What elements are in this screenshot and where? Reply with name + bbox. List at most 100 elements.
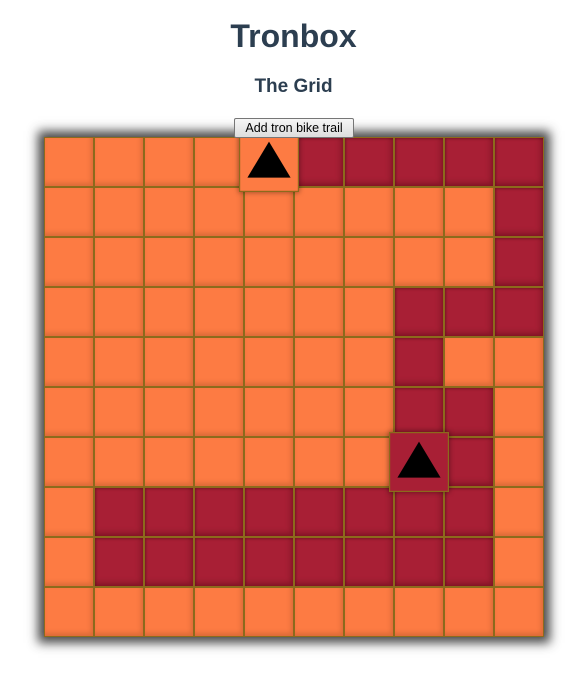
grid-cell-trail[interactable] [244, 487, 294, 537]
grid-cell-empty[interactable] [94, 337, 144, 387]
grid-cell-trail[interactable] [344, 487, 394, 537]
grid-cell-trail[interactable] [394, 137, 444, 187]
grid-cell-trail[interactable] [394, 287, 444, 337]
add-trail-button[interactable]: Add tron bike trail [234, 118, 354, 138]
grid-cell-trail[interactable] [394, 537, 444, 587]
grid-cell-empty[interactable] [244, 387, 294, 437]
grid-cell-empty[interactable] [144, 237, 194, 287]
grid-cell-empty[interactable] [44, 237, 94, 287]
grid-cell-empty[interactable] [94, 287, 144, 337]
grid-cell-empty[interactable] [494, 487, 544, 537]
grid-cell-empty[interactable] [344, 187, 394, 237]
grid-cell-empty[interactable] [94, 187, 144, 237]
grid-cell-trail[interactable] [94, 487, 144, 537]
grid-cell-empty[interactable] [294, 287, 344, 337]
grid-cell-empty[interactable] [44, 487, 94, 537]
grid-cell-bike[interactable] [239, 132, 299, 192]
grid-cell-empty[interactable] [44, 587, 94, 637]
grid-cell-empty[interactable] [344, 387, 394, 437]
grid-cell-trail[interactable] [494, 137, 544, 187]
grid-cell-empty[interactable] [144, 587, 194, 637]
grid-cell-trail[interactable] [444, 287, 494, 337]
grid-cell-trail[interactable] [294, 537, 344, 587]
grid-cell-empty[interactable] [194, 437, 244, 487]
grid-cell-empty[interactable] [144, 287, 194, 337]
grid-cell-empty[interactable] [344, 587, 394, 637]
grid-cell-empty[interactable] [294, 437, 344, 487]
grid-cell-empty[interactable] [244, 287, 294, 337]
grid-cell-trail[interactable] [294, 487, 344, 537]
grid-cell-empty[interactable] [294, 387, 344, 437]
grid-cell-empty[interactable] [244, 187, 294, 237]
grid-cell-trail[interactable] [494, 187, 544, 237]
grid-cell-empty[interactable] [44, 337, 94, 387]
grid-cell-trail[interactable] [144, 537, 194, 587]
grid-cell-empty[interactable] [144, 187, 194, 237]
grid-cell-empty[interactable] [494, 437, 544, 487]
grid-cell-empty[interactable] [144, 437, 194, 487]
grid-cell-trail[interactable] [344, 537, 394, 587]
grid-cell-empty[interactable] [194, 237, 244, 287]
grid-cell-trail[interactable] [444, 537, 494, 587]
grid-cell-trail[interactable] [444, 487, 494, 537]
grid-cell-empty[interactable] [94, 387, 144, 437]
grid-cell-trail[interactable] [394, 387, 444, 437]
grid-cell-trail[interactable] [344, 137, 394, 187]
grid-cell-trail[interactable] [444, 387, 494, 437]
grid-cell-empty[interactable] [444, 587, 494, 637]
grid-cell-trail[interactable] [94, 537, 144, 587]
grid-cell-empty[interactable] [294, 337, 344, 387]
grid-cell-empty[interactable] [294, 187, 344, 237]
grid-cell-empty[interactable] [44, 437, 94, 487]
grid-cell-empty[interactable] [244, 337, 294, 387]
grid-cell-empty[interactable] [44, 187, 94, 237]
grid-cell-empty[interactable] [194, 337, 244, 387]
grid-cell-empty[interactable] [444, 187, 494, 237]
grid-cell-empty[interactable] [444, 237, 494, 287]
grid-cell-trail[interactable] [194, 537, 244, 587]
grid-cell-empty[interactable] [394, 237, 444, 287]
grid-cell-empty[interactable] [44, 137, 94, 187]
grid-cell-empty[interactable] [194, 187, 244, 237]
grid-cell-trail[interactable] [394, 337, 444, 387]
grid-cell-empty[interactable] [144, 337, 194, 387]
grid-cell-empty[interactable] [94, 587, 144, 637]
grid-cell-empty[interactable] [494, 587, 544, 637]
grid-cell-empty[interactable] [344, 287, 394, 337]
grid-cell-trail[interactable] [494, 237, 544, 287]
grid-cell-empty[interactable] [244, 587, 294, 637]
grid-cell-empty[interactable] [144, 387, 194, 437]
grid-cell-empty[interactable] [94, 437, 144, 487]
grid-cell-empty[interactable] [244, 237, 294, 287]
grid-cell-empty[interactable] [44, 287, 94, 337]
grid-cell-trail[interactable] [144, 487, 194, 537]
grid-cell-empty[interactable] [344, 437, 394, 487]
grid-cell-empty[interactable] [244, 437, 294, 487]
grid-cell-empty[interactable] [44, 537, 94, 587]
grid-cell-empty[interactable] [494, 537, 544, 587]
grid-cell-empty[interactable] [194, 587, 244, 637]
grid-cell-trail[interactable] [294, 137, 344, 187]
grid-cell-empty[interactable] [444, 337, 494, 387]
grid-cell-trail[interactable] [444, 437, 494, 487]
grid-cell-empty[interactable] [94, 237, 144, 287]
grid-cell-empty[interactable] [94, 137, 144, 187]
grid-cell-trail[interactable] [394, 487, 444, 537]
grid-cell-empty[interactable] [144, 137, 194, 187]
grid-cell-empty[interactable] [394, 187, 444, 237]
grid-cell-empty[interactable] [194, 137, 244, 187]
grid-cell-trail[interactable] [244, 537, 294, 587]
grid-cell-empty[interactable] [294, 587, 344, 637]
grid-cell-trail[interactable] [444, 137, 494, 187]
grid-cell-empty[interactable] [194, 387, 244, 437]
grid-cell-trail[interactable] [194, 487, 244, 537]
grid-cell-trail[interactable] [494, 287, 544, 337]
grid-cell-empty[interactable] [494, 337, 544, 387]
grid-cell-empty[interactable] [344, 237, 394, 287]
grid-cell-empty[interactable] [194, 287, 244, 337]
grid-cell-empty[interactable] [394, 587, 444, 637]
grid-cell-empty[interactable] [344, 337, 394, 387]
grid-cell-empty[interactable] [44, 387, 94, 437]
grid-cell-empty[interactable] [294, 237, 344, 287]
grid-cell-empty[interactable] [494, 387, 544, 437]
